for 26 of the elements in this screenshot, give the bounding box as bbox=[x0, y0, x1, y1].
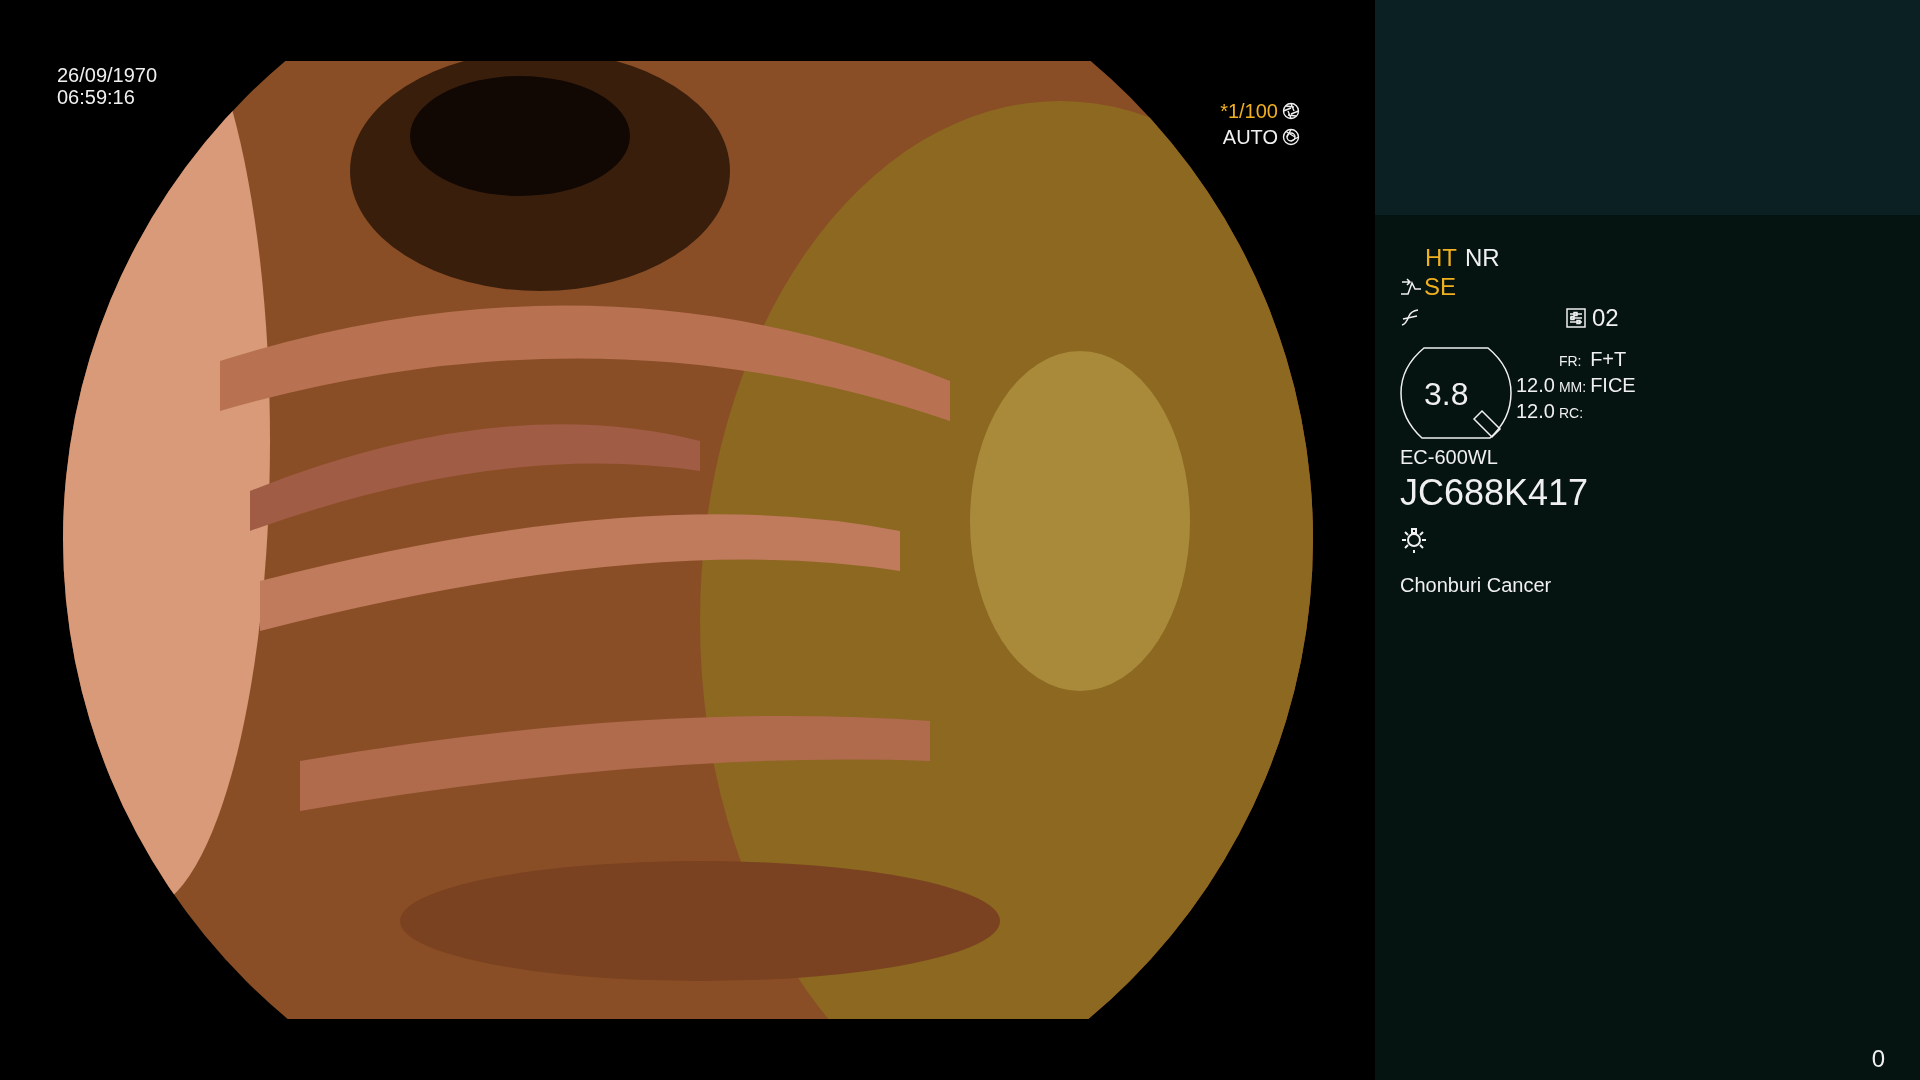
mode-value: F+T bbox=[1590, 347, 1628, 371]
iris-mode: AUTO bbox=[1222, 126, 1278, 148]
shutter-speed: *1/100 bbox=[1220, 100, 1278, 122]
reading-value: 12.0 bbox=[1516, 373, 1555, 397]
zoom-value: 3.8 bbox=[1424, 377, 1469, 411]
scope-model: EC-600WL bbox=[1400, 445, 1499, 469]
mode-label: FR: bbox=[1558, 352, 1583, 371]
iris-icon bbox=[1282, 128, 1300, 146]
scope-serial: JC688K417 bbox=[1400, 473, 1590, 513]
date-text: 26/09/1970 bbox=[57, 64, 158, 86]
flag-label: NR bbox=[1465, 245, 1500, 271]
enhancement-label: SE bbox=[1424, 273, 1456, 301]
mode-label: RC: bbox=[1558, 404, 1585, 423]
institution-name: Chonburi Cancer bbox=[1400, 573, 1553, 597]
flag-label: HT bbox=[1425, 245, 1457, 271]
reading-value: 12.0 bbox=[1516, 399, 1555, 423]
aperture-icon bbox=[1282, 102, 1300, 120]
settings-list-icon bbox=[1566, 308, 1586, 328]
time-text: 06:59:16 bbox=[57, 86, 136, 108]
mode-label: MM: bbox=[1558, 378, 1587, 397]
lamp-icon bbox=[1400, 525, 1428, 553]
mode-value: FICE bbox=[1590, 373, 1636, 397]
curve-arrow-icon bbox=[1400, 277, 1422, 297]
counter-value: 0 bbox=[1871, 1046, 1885, 1072]
preset-number: 02 bbox=[1592, 304, 1619, 332]
slashed-curve-icon bbox=[1400, 308, 1420, 328]
